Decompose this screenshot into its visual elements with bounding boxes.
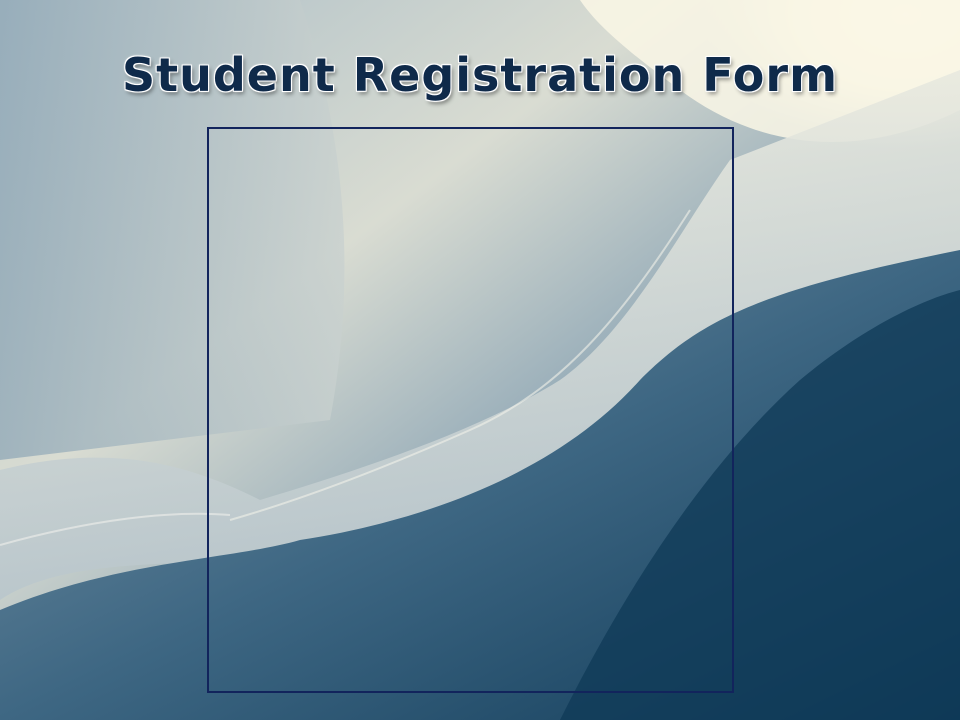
page-title: Student Registration Form [121, 48, 839, 102]
form-frame [207, 127, 734, 693]
slide: Student Registration Form [0, 0, 960, 720]
